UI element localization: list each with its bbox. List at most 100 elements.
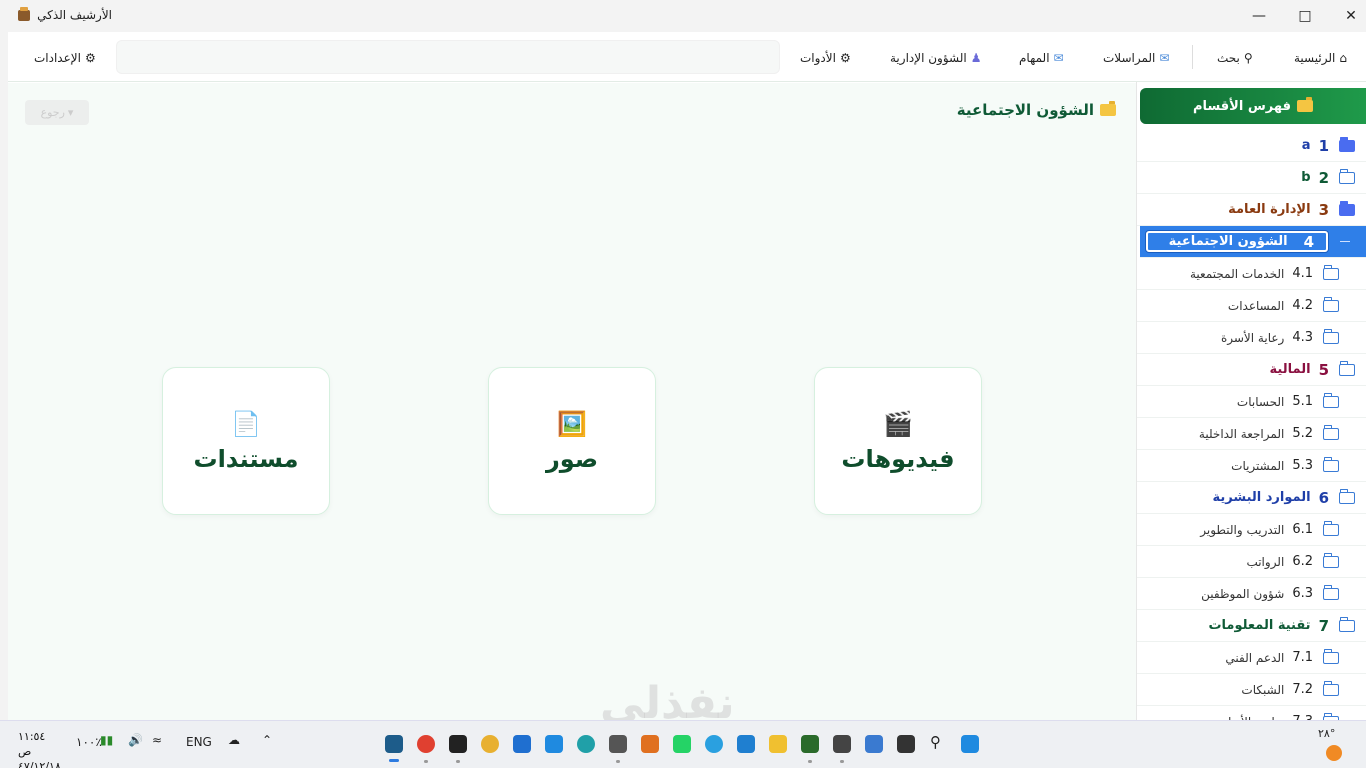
sidebar-item-number: 5	[1318, 360, 1329, 379]
sidebar-item-label: الموارد البشرية	[1212, 490, 1311, 505]
nav-home[interactable]: ⌂ الرئيسية	[1294, 49, 1347, 67]
store-icon[interactable]	[545, 735, 563, 753]
sidebar-item[interactable]: 2b	[1137, 162, 1366, 194]
sidebar-item[interactable]: 7 تقنية المعلومات	[1137, 610, 1366, 642]
folder-icon	[1339, 488, 1355, 504]
archive-taskbar-icon[interactable]	[385, 735, 403, 762]
sidebar-item-number: 7	[1318, 616, 1329, 635]
sticky-notes-icon[interactable]	[449, 735, 467, 763]
sidebar-item-number: 5.3	[1292, 458, 1313, 473]
sidebar-item-label: الشؤون الاجتماعية	[1168, 234, 1288, 249]
battery-icon[interactable]: ▮▮	[100, 733, 113, 747]
outlook-icon[interactable]	[513, 735, 531, 753]
top-nav: ⌂ الرئيسية ⚲ بحث ✉ المراسلات ✉ المهام ♟ …	[8, 32, 1366, 82]
whatsapp-icon[interactable]	[673, 735, 691, 753]
nav-correspondence[interactable]: ✉ المراسلات	[1103, 49, 1169, 67]
nav-admin-affairs[interactable]: ♟ الشؤون الإدارية	[890, 49, 982, 67]
sidebar-subitem[interactable]: 6.2 الرواتب	[1137, 546, 1366, 578]
back-label: رجوع	[40, 106, 65, 119]
settings-icon: ⚙	[84, 51, 96, 65]
sidebar-item-label: الإدارة العامة	[1228, 202, 1311, 217]
images-card[interactable]: 🖼️ صور	[488, 367, 656, 515]
maximize-button[interactable]: □	[1282, 0, 1328, 32]
chevron-up-icon[interactable]: ⌃	[262, 733, 272, 747]
search-icon: ⚲	[1243, 51, 1253, 65]
weather-icon[interactable]	[1326, 745, 1342, 761]
folder-icon	[1100, 101, 1116, 116]
documents-card[interactable]: 📄 مستندات	[162, 367, 330, 515]
nav-home-label: الرئيسية	[1294, 51, 1336, 65]
sidebar-subitem[interactable]: 4.2 المساعدات	[1137, 290, 1366, 322]
sections-index-label: فهرس الأقسام	[1193, 98, 1291, 114]
sections-index-header[interactable]: فهرس الأقسام	[1140, 88, 1366, 124]
sidebar-subitem[interactable]: 5.3 المشتريات	[1137, 450, 1366, 482]
app-icon[interactable]	[609, 735, 627, 763]
sidebar-subitem[interactable]: 4.3 رعاية الأسرة	[1137, 322, 1366, 354]
sidebar-subitem[interactable]: 6.3 شؤون الموظفين	[1137, 578, 1366, 610]
nav-tasks-label: المهام	[1019, 51, 1050, 65]
folder-icon	[1323, 392, 1339, 408]
nav-tools[interactable]: ⚙ الأدوات	[800, 49, 851, 67]
sidebar-item[interactable]: 3 الإدارة العامة	[1137, 194, 1366, 226]
sublime-icon[interactable]	[641, 735, 659, 753]
edge-icon[interactable]	[577, 735, 595, 753]
images-card-label: صور	[545, 445, 599, 473]
folder-icon	[1339, 200, 1355, 216]
search-input[interactable]	[116, 40, 780, 74]
chrome-alt-icon[interactable]	[481, 735, 499, 753]
sidebar-item[interactable]: 5 المالية	[1137, 354, 1366, 386]
terminal-icon[interactable]	[801, 735, 819, 763]
sidebar-subitem[interactable]: 7.2 الشبكات	[1137, 674, 1366, 706]
nav-tasks[interactable]: ✉ المهام	[1019, 49, 1064, 67]
sidebar-subitem[interactable]: 6.1 التدريب والتطوير	[1137, 514, 1366, 546]
sidebar-item-label: رعاية الأسرة	[1220, 330, 1285, 345]
nav-settings[interactable]: ⚙ الإعدادات	[34, 49, 96, 67]
videos-card-label: فيديوهات	[841, 445, 955, 473]
videos-card[interactable]: 🎬 فيديوهات	[814, 367, 982, 515]
language-indicator[interactable]: ENG	[186, 735, 212, 749]
sidebar-item-label: المالية	[1269, 362, 1311, 377]
sidebar-item-number: 4	[1303, 232, 1314, 251]
system-clock[interactable]: ١١:٥٤ ص ٤٧/١٢/١٨	[18, 729, 62, 768]
widgets-icon[interactable]	[897, 735, 915, 753]
sidebar-item-label: b	[1301, 170, 1311, 185]
nav-search[interactable]: ⚲ بحث	[1217, 49, 1253, 67]
telegram-icon[interactable]	[705, 735, 723, 753]
chrome-icon[interactable]	[417, 735, 435, 763]
wifi-icon[interactable]: ≈	[152, 733, 162, 747]
back-arrow-icon: ▾	[67, 106, 74, 119]
title-bar: الأرشيف الذكي — □ ✕	[0, 0, 1366, 32]
sidebar-item-active[interactable]: 4 الشؤون الاجتماعية	[1140, 226, 1366, 258]
sidebar-subitem[interactable]: 4.1 الخدمات المجتمعية	[1137, 258, 1366, 290]
folder-icon	[1323, 296, 1339, 312]
sidebar-subitem[interactable]: 7.1 الدعم الفني	[1137, 642, 1366, 674]
vscode-icon[interactable]	[737, 735, 755, 753]
sections-sidebar: فهرس الأقسام 1 a 2 b 3 الإدارة العامة 4 الشؤون …	[1136, 82, 1366, 720]
sidebar-item-number: 4.1	[1292, 266, 1313, 281]
folder-icon	[1323, 680, 1339, 696]
sidebar-item-number: 6.1	[1292, 522, 1313, 537]
collapse-dash[interactable]	[1340, 241, 1350, 242]
task-view-icon[interactable]	[865, 735, 883, 753]
sidebar-subitem[interactable]: 7.3تطوير الأنظمة	[1137, 706, 1366, 720]
people-icon: ♟	[970, 51, 982, 65]
close-button[interactable]: ✕	[1328, 0, 1366, 32]
sidebar-item[interactable]: 1a	[1137, 130, 1366, 162]
minimize-button[interactable]: —	[1236, 0, 1282, 32]
file-explorer-icon[interactable]	[769, 735, 787, 753]
volume-icon[interactable]: 🔊	[128, 733, 143, 747]
folder-icon	[1296, 97, 1313, 112]
picture-icon: 🖼️	[557, 410, 587, 438]
back-button[interactable]: ▾ رجوع	[25, 100, 89, 125]
start-icon[interactable]	[961, 735, 979, 753]
sidebar-item[interactable]: 6 الموارد البشرية	[1137, 482, 1366, 514]
search-icon[interactable]: ⚲	[930, 733, 941, 751]
cmd-icon[interactable]	[833, 735, 851, 763]
sidebar-item-rename-box[interactable]: 4 الشؤون الاجتماعية	[1146, 231, 1328, 252]
sidebar-subitem[interactable]: 5.1 الحسابات	[1137, 386, 1366, 418]
cloud-icon[interactable]: ☁	[228, 733, 240, 747]
sidebar-subitem[interactable]: 5.2 المراجعة الداخلية	[1137, 418, 1366, 450]
sidebar-item-label: الشبكات	[1241, 682, 1285, 697]
folder-icon	[1339, 136, 1355, 152]
sidebar-item-number: 1	[1318, 136, 1329, 155]
